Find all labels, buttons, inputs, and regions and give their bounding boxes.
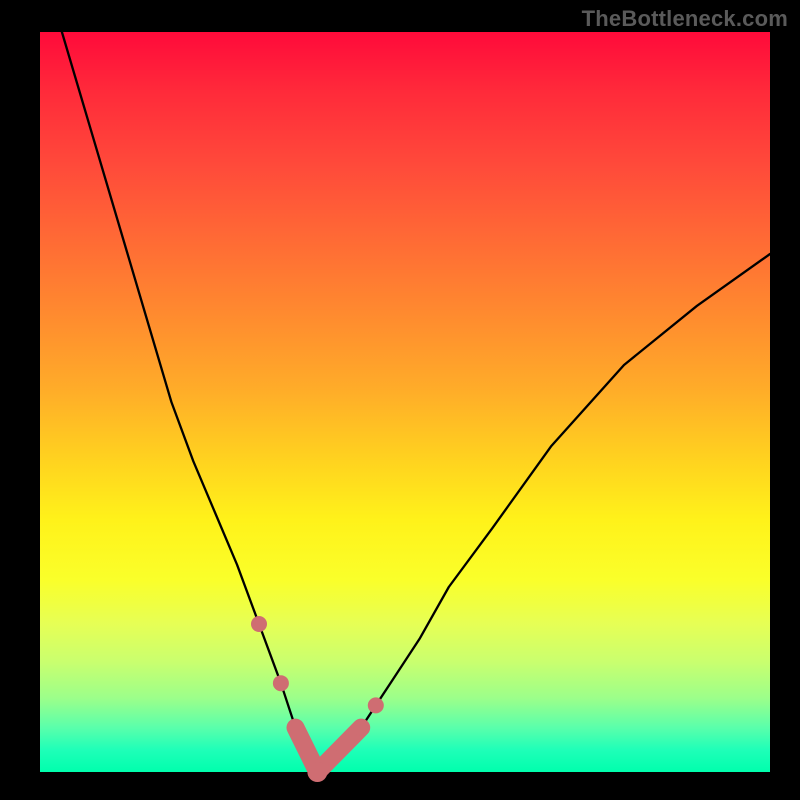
marker-dot [353, 720, 369, 736]
plot-area [40, 32, 770, 772]
marker-dot [324, 749, 340, 765]
bottleneck-curve [62, 32, 770, 772]
chart-frame: TheBottleneck.com [0, 0, 800, 800]
watermark-text: TheBottleneck.com [582, 6, 788, 32]
marker-dot [368, 697, 384, 713]
marker-dot [307, 762, 327, 782]
marker-dot [273, 675, 289, 691]
marker-dot [251, 616, 267, 632]
marker-dot [288, 720, 304, 736]
chart-svg [40, 32, 770, 772]
